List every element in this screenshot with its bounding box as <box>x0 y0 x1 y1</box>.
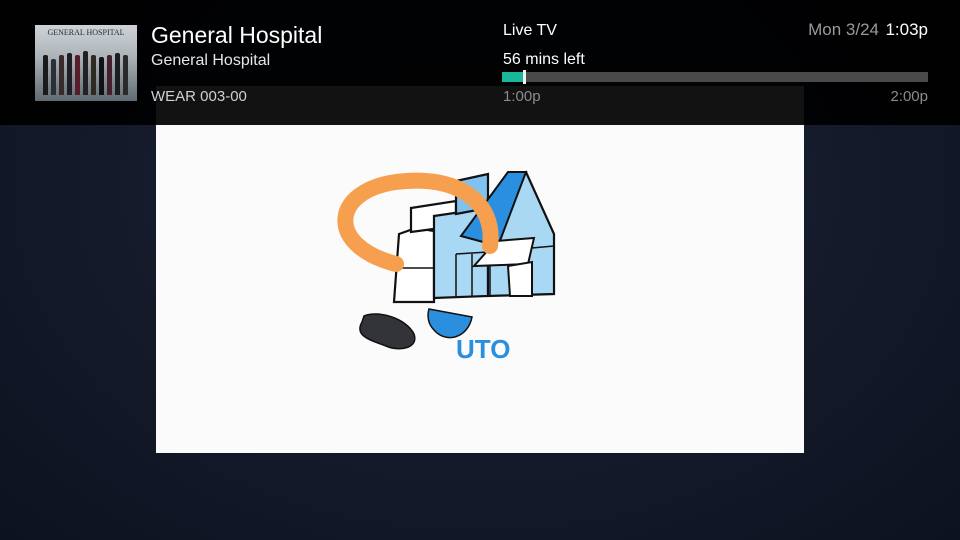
info-banner: GENERAL HOSPITAL General Hospital Genera… <box>0 0 960 125</box>
progress-scrubber[interactable] <box>523 70 527 84</box>
video-frame: UTO <box>156 86 804 453</box>
program-end-time: 2:00p <box>890 88 928 105</box>
station-logo-text: UTO <box>456 334 510 364</box>
current-time: 1:03p <box>885 20 928 39</box>
channel-label: WEAR 003-00 <box>151 88 247 105</box>
live-tv-label: Live TV <box>503 22 557 39</box>
playback-progress-bar[interactable] <box>502 70 928 84</box>
program-title: General Hospital <box>151 22 323 48</box>
current-date: Mon 3/24 <box>808 20 879 39</box>
progress-fill <box>502 72 524 82</box>
episode-title: General Hospital <box>151 52 271 69</box>
thumbnail-title: GENERAL HOSPITAL <box>47 28 125 37</box>
station-logo-graphic: UTO <box>337 170 556 364</box>
program-thumbnail: GENERAL HOSPITAL <box>35 25 137 101</box>
program-start-time: 1:00p <box>503 88 541 105</box>
time-remaining: 56 mins left <box>503 51 585 68</box>
